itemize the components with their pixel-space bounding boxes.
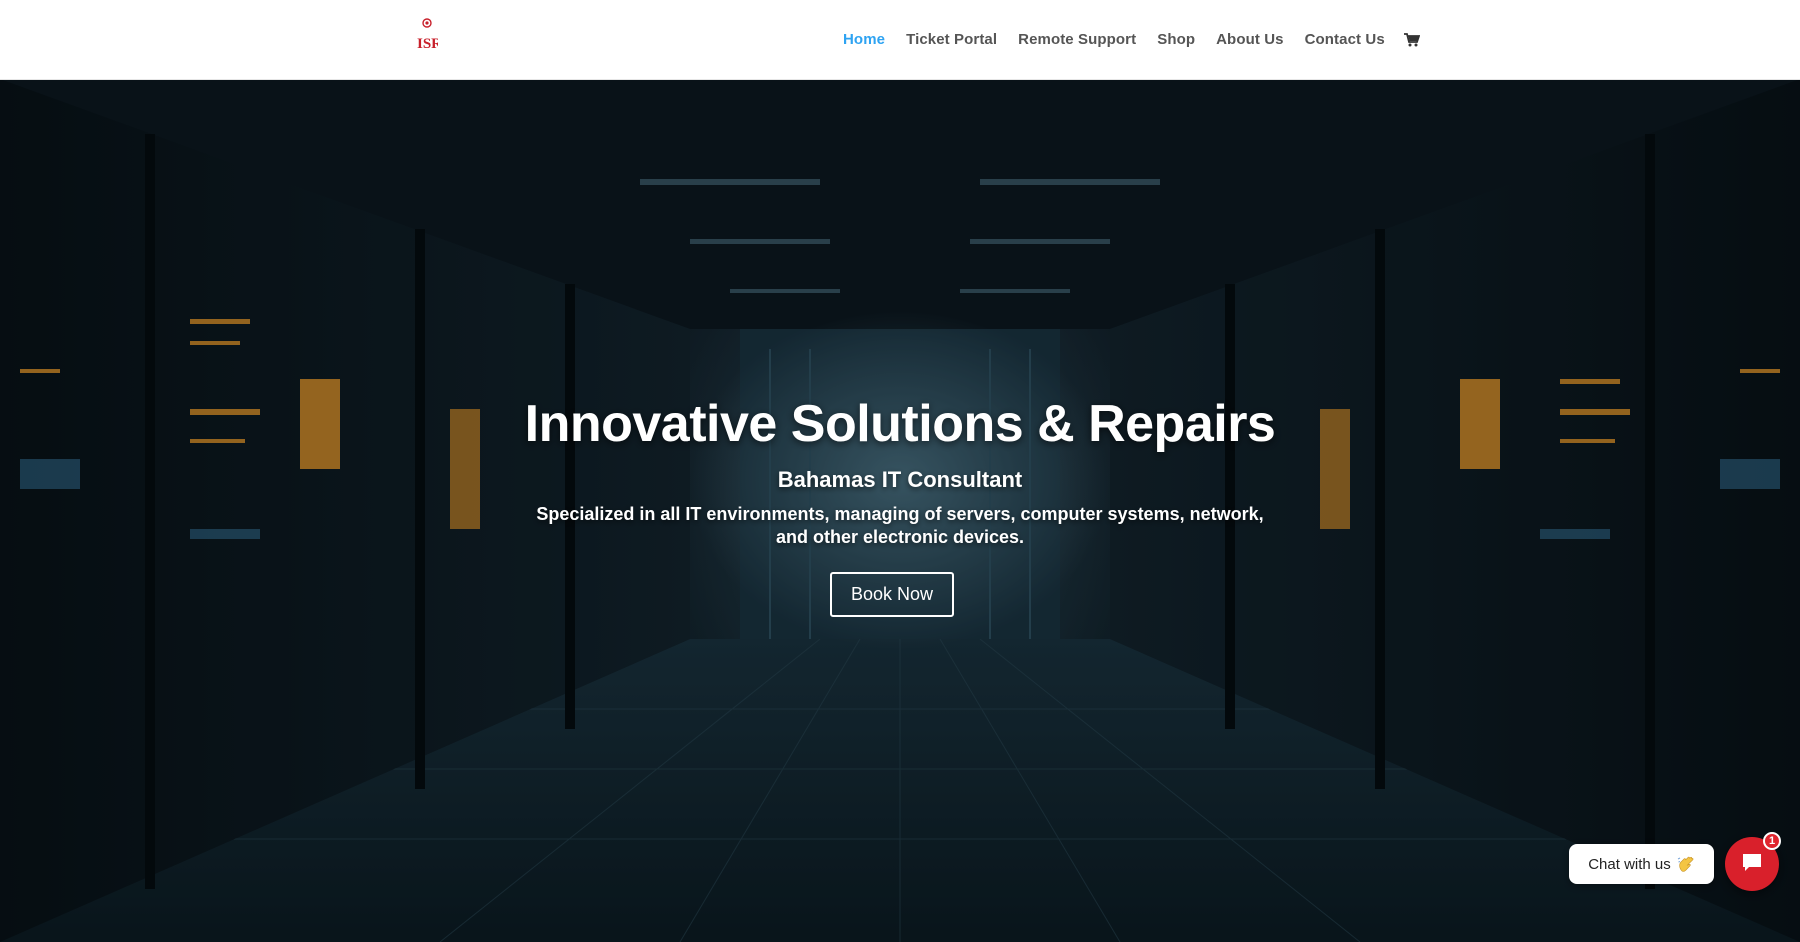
nav-about-us[interactable]: About Us [1216, 31, 1283, 48]
nav-contact-us[interactable]: Contact Us [1305, 31, 1385, 48]
logo-text: ISR [417, 36, 438, 52]
hero-content: Innovative Solutions & Repairs Bahamas I… [0, 79, 1800, 942]
hero-section: Innovative Solutions & Repairs Bahamas I… [0, 79, 1800, 942]
chat-with-us-label[interactable]: Chat with us [1569, 844, 1714, 884]
chat-unread-badge: 1 [1763, 832, 1781, 850]
site-header: ISR Home Ticket Portal Remote Support Sh… [0, 0, 1800, 80]
hero-subtitle: Bahamas IT Consultant [777, 467, 1023, 492]
site-logo[interactable]: ISR [416, 18, 442, 52]
chat-bubble-icon [1741, 851, 1763, 878]
hero-title: Innovative Solutions & Repairs [524, 395, 1276, 453]
hero-description: Specialized in all IT environments, mana… [536, 504, 1264, 547]
chat-label-text: Chat with us [1588, 855, 1671, 873]
shopping-cart-icon[interactable] [1403, 33, 1421, 47]
book-now-button[interactable]: Book Now [830, 572, 954, 617]
nav-ticket-portal[interactable]: Ticket Portal [906, 31, 997, 48]
waving-hand-icon [1677, 855, 1695, 873]
nav-shop[interactable]: Shop [1157, 31, 1195, 48]
nav-remote-support[interactable]: Remote Support [1018, 31, 1136, 48]
nav-home[interactable]: Home [843, 31, 885, 48]
main-nav: Home Ticket Portal Remote Support Shop A… [843, 0, 1421, 79]
